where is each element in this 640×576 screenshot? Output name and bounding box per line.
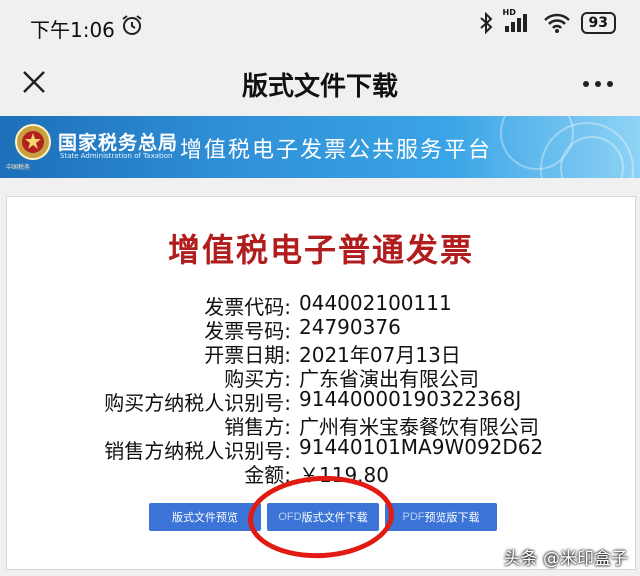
platform-title: 增值税电子发票公共服务平台 xyxy=(180,138,493,163)
page-title: 版式文件下载 xyxy=(241,72,398,102)
emblem-caption: 中国税务 xyxy=(6,164,31,171)
org-english-name: State Administration of Taxation xyxy=(60,152,173,160)
pdf-download-label: 预览版下载 xyxy=(424,512,480,524)
battery-indicator: 93 xyxy=(580,12,616,34)
invoice-field-row: 购买方纳税人识别号: 91440000190322368J xyxy=(7,387,635,415)
signal-strength-icon: HD xyxy=(503,8,533,34)
invoice-field-row: 发票代码: 044002100111 xyxy=(7,291,635,319)
invoice-field-row: 销售方: 广州有米宝泰餐饮有限公司 xyxy=(7,411,635,439)
status-time: 下午1:06 xyxy=(30,18,115,42)
invoice-field-row: 开票日期: 2021年07月13日 xyxy=(7,339,635,367)
preview-button-label: 版式文件预览 xyxy=(172,512,238,524)
more-options-icon[interactable] xyxy=(582,80,614,88)
org-name: 国家税务总局 xyxy=(58,132,179,154)
tax-platform-banner: 中国税务 国家税务总局 State Administration of Taxa… xyxy=(0,116,640,178)
field-value-invoice-code: 044002100111 xyxy=(299,291,452,315)
invoice-field-row: 发票号码: 24790376 xyxy=(7,315,635,343)
status-bar: 下午1:06 HD 93 xyxy=(0,0,640,52)
pdf-prefix: PDF xyxy=(402,511,425,523)
invoice-field-row: 销售方纳税人识别号: 91440101MA9W092D62 xyxy=(7,435,635,463)
preview-button[interactable]: 版式文件预览 xyxy=(149,503,261,531)
pdf-download-button[interactable]: PDF 预览版下载 xyxy=(385,503,497,531)
field-value-seller-tax-id: 91440101MA9W092D62 xyxy=(299,435,544,459)
watermark: 头条 @米印盒子 xyxy=(503,549,628,569)
invoice-field-row: 购买方: 广东省演出有限公司 xyxy=(7,363,635,391)
bluetooth-icon xyxy=(479,12,492,34)
alarm-clock-icon xyxy=(122,15,142,35)
field-value-invoice-number: 24790376 xyxy=(299,315,401,339)
navbar: 版式文件下载 xyxy=(0,52,640,116)
field-value-buyer-tax-id: 91440000190322368J xyxy=(299,387,522,411)
invoice-title: 增值税电子普通发票 xyxy=(167,231,474,269)
wifi-icon xyxy=(543,13,570,33)
